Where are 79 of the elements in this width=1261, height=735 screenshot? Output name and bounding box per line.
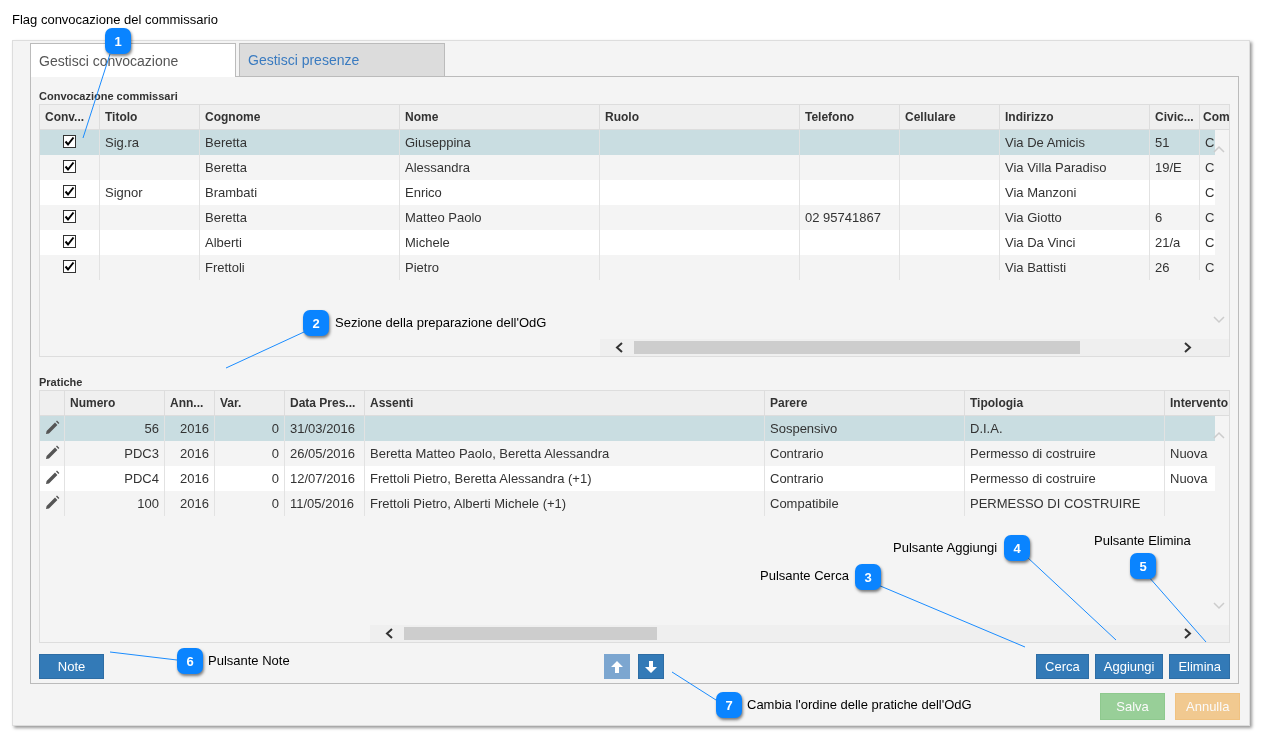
scroll-down-icon xyxy=(1213,316,1225,324)
action-button[interactable]: Elimina xyxy=(1169,654,1230,679)
leader-line xyxy=(671,671,717,701)
checkbox[interactable] xyxy=(63,235,76,248)
callout-label: Sezione della preparazione dell'OdG xyxy=(335,315,547,330)
scroll-right-icon xyxy=(1183,628,1193,639)
checkbox[interactable] xyxy=(63,260,76,273)
table-cell: 2016 xyxy=(165,491,215,516)
column-header[interactable]: Cognome xyxy=(200,105,400,129)
column-header[interactable]: Ann... xyxy=(165,391,215,415)
table-row[interactable]: Sig.ra Beretta Giuseppina Via De Amicis 51 C xyxy=(40,130,1215,155)
checkbox[interactable] xyxy=(63,210,76,223)
callout-label: Pulsante Elimina xyxy=(1094,533,1191,548)
move-down-button[interactable] xyxy=(638,654,664,679)
table-cell: PERMESSO DI COSTRUIRE xyxy=(965,491,1165,516)
pencil-icon[interactable] xyxy=(44,420,60,436)
callout-badge: 1 xyxy=(105,28,131,54)
column-header[interactable]: Ruolo xyxy=(600,105,800,129)
column-header[interactable]: Civic... xyxy=(1150,105,1200,129)
callout-badge: 2 xyxy=(303,310,329,336)
scroll-right-icon xyxy=(1183,342,1193,353)
table-cell: 100 xyxy=(65,491,165,516)
scroll-down-icon xyxy=(1213,602,1225,610)
note-button[interactable]: Note xyxy=(39,654,104,679)
callout-badge: 7 xyxy=(716,692,742,718)
arrow-down-icon xyxy=(645,660,657,673)
horizontal-scrollbar[interactable] xyxy=(600,339,1229,356)
column-header[interactable]: Tipologia xyxy=(965,391,1165,415)
callout-label: Cambia l'ordine delle pratiche dell'OdG xyxy=(747,697,972,712)
pencil-icon[interactable] xyxy=(44,445,60,461)
pencil-icon[interactable] xyxy=(44,470,60,486)
column-header[interactable]: Intervento xyxy=(1165,391,1229,415)
action-button[interactable]: Aggiungi xyxy=(1094,654,1164,679)
column-header[interactable]: Conv... xyxy=(40,105,100,129)
column-header[interactable]: Data Pres... xyxy=(285,391,365,415)
callout-label: Pulsante Note xyxy=(208,653,290,668)
table-row[interactable]: Alberti Michele Via Da Vinci 21/a C xyxy=(40,230,1215,255)
column-header[interactable]: Telefono xyxy=(800,105,900,129)
horizontal-scrollbar[interactable] xyxy=(370,625,1229,642)
action-button[interactable]: Cerca xyxy=(1036,654,1089,679)
table-cell: Via Battisti xyxy=(1000,255,1150,280)
column-header[interactable]: Indirizzo xyxy=(1000,105,1150,129)
table-row[interactable]: 56 2016 0 31/03/2016 Sospensivo D.I.A. xyxy=(40,416,1215,441)
column-header[interactable]: Nome xyxy=(400,105,600,129)
table-cell: 11/05/2016 xyxy=(285,491,365,516)
column-header[interactable]: Parere xyxy=(765,391,965,415)
callout-label: Pulsante Aggiungi xyxy=(893,540,998,555)
column-header[interactable]: Com xyxy=(1200,105,1229,129)
page-title: Flag convocazione del commissario xyxy=(12,12,218,27)
column-header[interactable]: Assenti xyxy=(365,391,765,415)
scroll-left-icon xyxy=(384,628,394,639)
table-cell: 26 xyxy=(1150,255,1200,280)
section-title: Pratiche xyxy=(39,375,84,390)
callout-badge: 6 xyxy=(177,648,203,674)
column-header[interactable]: Titolo xyxy=(100,105,200,129)
scroll-up-icon xyxy=(1213,145,1225,153)
checkbox[interactable] xyxy=(63,185,76,198)
checkbox[interactable] xyxy=(63,160,76,173)
table-cell: 0 xyxy=(215,491,285,516)
table-row[interactable]: Signor Brambati Enrico Via Manzoni C xyxy=(40,180,1215,205)
callout-label: Pulsante Cerca xyxy=(760,568,849,583)
arrow-up-icon xyxy=(611,660,623,673)
callout-badge: 4 xyxy=(1004,535,1030,561)
column-header[interactable]: Var. xyxy=(215,391,285,415)
table-cell: C xyxy=(1200,255,1215,280)
table-row[interactable]: PDC4 2016 0 12/07/2016 Frettoli Pietro, Beretta Alessandra (+1) Contrario Permesso di costruire Nuova xyxy=(40,466,1215,491)
column-header[interactable]: Cellulare xyxy=(900,105,1000,129)
column-header[interactable]: Numero xyxy=(65,391,165,415)
checkbox[interactable] xyxy=(63,135,76,148)
callout-badge: 5 xyxy=(1130,553,1156,579)
leader-line xyxy=(109,651,178,661)
pencil-icon[interactable] xyxy=(44,495,60,511)
table-cell: Frettoli xyxy=(200,255,400,280)
table-cell: Compatibile xyxy=(765,491,965,516)
table-cell: Pietro xyxy=(400,255,600,280)
callout-badge: 3 xyxy=(855,564,881,590)
scroll-left-icon xyxy=(614,342,624,353)
scroll-up-icon xyxy=(1213,431,1225,439)
table-cell: Frettoli Pietro, Alberti Michele (+1) xyxy=(365,491,765,516)
